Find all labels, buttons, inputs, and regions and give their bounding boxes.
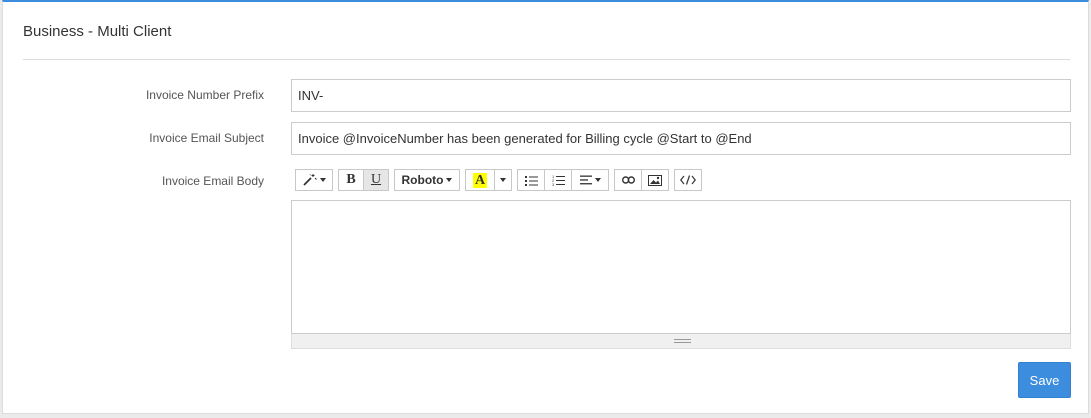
style-group <box>295 169 333 191</box>
settings-panel: Business - Multi Client Invoice Number P… <box>2 0 1089 414</box>
ordered-list-button[interactable]: 1 2 3 <box>544 169 572 191</box>
panel-title: Business - Multi Client <box>23 23 172 40</box>
invoice-prefix-label: Invoice Number Prefix <box>145 88 264 102</box>
editor-resize-handle[interactable] <box>291 334 1071 349</box>
save-button[interactable]: Save <box>1018 362 1071 398</box>
chevron-down-icon <box>594 178 601 182</box>
svg-text:3: 3 <box>552 182 555 186</box>
link-icon <box>621 176 635 184</box>
magic-wand-icon <box>302 174 317 186</box>
align-left-icon <box>579 175 592 185</box>
invoice-prefix-input[interactable] <box>291 79 1071 112</box>
font-name-group: Roboto <box>394 169 460 191</box>
style-button[interactable] <box>295 169 333 191</box>
underline-button[interactable]: U <box>363 169 389 191</box>
invoice-body-label: Invoice Email Body <box>161 174 264 188</box>
insert-group <box>614 169 669 191</box>
chevron-down-icon <box>446 178 453 182</box>
invoice-subject-label: Invoice Email Subject <box>149 131 264 145</box>
bullet-list-icon <box>524 175 538 186</box>
editor-toolbar: B U Roboto A 1 2 3 <box>295 169 707 191</box>
email-body-editor[interactable] <box>291 200 1071 334</box>
chevron-down-icon <box>319 178 326 182</box>
unordered-list-button[interactable] <box>517 169 545 191</box>
text-color-icon: A <box>472 172 488 188</box>
recent-color-button[interactable]: A <box>465 169 495 191</box>
chevron-down-icon <box>500 178 506 182</box>
view-group <box>674 169 702 191</box>
code-view-button[interactable] <box>674 169 702 191</box>
font-style-group: B U <box>338 169 389 191</box>
insert-link-button[interactable] <box>614 169 642 191</box>
grip-icon <box>674 339 691 345</box>
invoice-subject-input[interactable] <box>291 122 1071 155</box>
paragraph-group: 1 2 3 <box>517 169 609 191</box>
picture-icon <box>648 174 662 186</box>
insert-picture-button[interactable] <box>641 169 669 191</box>
font-name-label: Roboto <box>401 173 444 187</box>
title-divider <box>23 59 1070 60</box>
color-group: A <box>465 169 512 191</box>
paragraph-align-dropdown[interactable] <box>571 169 609 191</box>
bold-button[interactable]: B <box>338 169 364 191</box>
code-icon <box>680 175 696 185</box>
font-name-dropdown[interactable]: Roboto <box>394 169 460 191</box>
color-dropdown-button[interactable] <box>494 169 512 191</box>
numbered-list-icon: 1 2 3 <box>552 174 565 186</box>
